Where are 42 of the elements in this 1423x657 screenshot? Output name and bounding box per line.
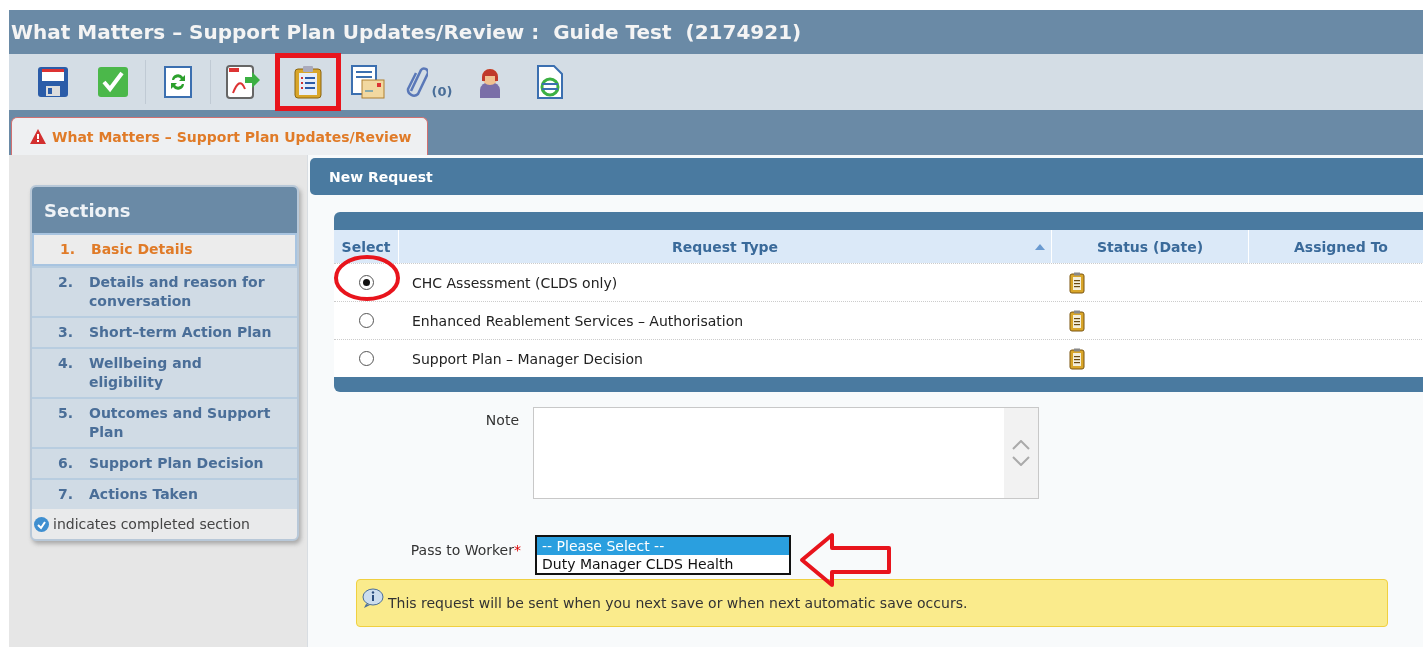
attachment-count: (0): [431, 84, 453, 99]
highlight-box: [275, 53, 341, 111]
paperclip-icon[interactable]: [405, 65, 428, 99]
table-cell: Support Plan – Manager Decision: [412, 350, 643, 367]
checkmark-icon[interactable]: [97, 66, 129, 98]
sort-ascending-icon: [1035, 244, 1045, 250]
person-icon[interactable]: [478, 66, 502, 98]
window-title: What Matters – Support Plan Updates/Review : Guide Test (2174921): [11, 20, 802, 44]
field-label: Pass to Worker: [410, 542, 514, 558]
clipboard-icon[interactable]: [1069, 271, 1085, 294]
radio-button[interactable]: [359, 275, 374, 290]
field-label: Note: [485, 412, 519, 428]
clipboard-icon[interactable]: [1069, 347, 1085, 370]
refresh-icon[interactable]: [164, 66, 192, 98]
highlight-circle: [332, 254, 402, 302]
document-tab[interactable]: What Matters – Support Plan Updates/Review: [11, 117, 429, 155]
table-cell: Enhanced Reablement Services – Authorisation: [412, 312, 744, 329]
section-item[interactable]: 1. Basic Details: [32, 233, 297, 266]
section-item[interactable]: 5. Outcomes and Support Plan: [32, 397, 297, 447]
clipboard-icon[interactable]: [1069, 309, 1085, 332]
info-message: This request will be sent when you next save or when next automatic save occurs.: [388, 595, 968, 611]
sections-heading: Sections: [44, 199, 131, 221]
panel-title: New Request: [329, 168, 433, 185]
info-icon: [362, 588, 384, 608]
save-icon[interactable]: [37, 66, 69, 98]
section-item[interactable]: 3. Short–term Action Plan: [32, 316, 297, 347]
checkmark-icon: [34, 516, 49, 532]
section-item[interactable]: 6. Support Plan Decision: [32, 447, 297, 478]
pdf-export-icon[interactable]: [225, 65, 261, 99]
radio-button[interactable]: [359, 313, 374, 328]
section-item[interactable]: 2. Details and reason for conversation: [32, 266, 297, 316]
section-item[interactable]: 4. Wellbeing and eligibility: [32, 347, 297, 397]
radio-button[interactable]: [359, 351, 374, 366]
legend-text: indicates completed section: [53, 516, 250, 532]
list-option[interactable]: Duty Manager CLDS Health: [537, 555, 789, 573]
table-cell: CHC Assessment (CLDS only): [412, 274, 618, 291]
section-item[interactable]: 7. Actions Taken: [32, 478, 297, 509]
clipboard-icon[interactable]: [293, 65, 323, 99]
list-option[interactable]: -- Please Select --: [537, 537, 789, 555]
document-icon[interactable]: [536, 65, 564, 99]
document-envelope-icon[interactable]: [350, 65, 386, 99]
required-asterisk: *: [514, 542, 521, 558]
